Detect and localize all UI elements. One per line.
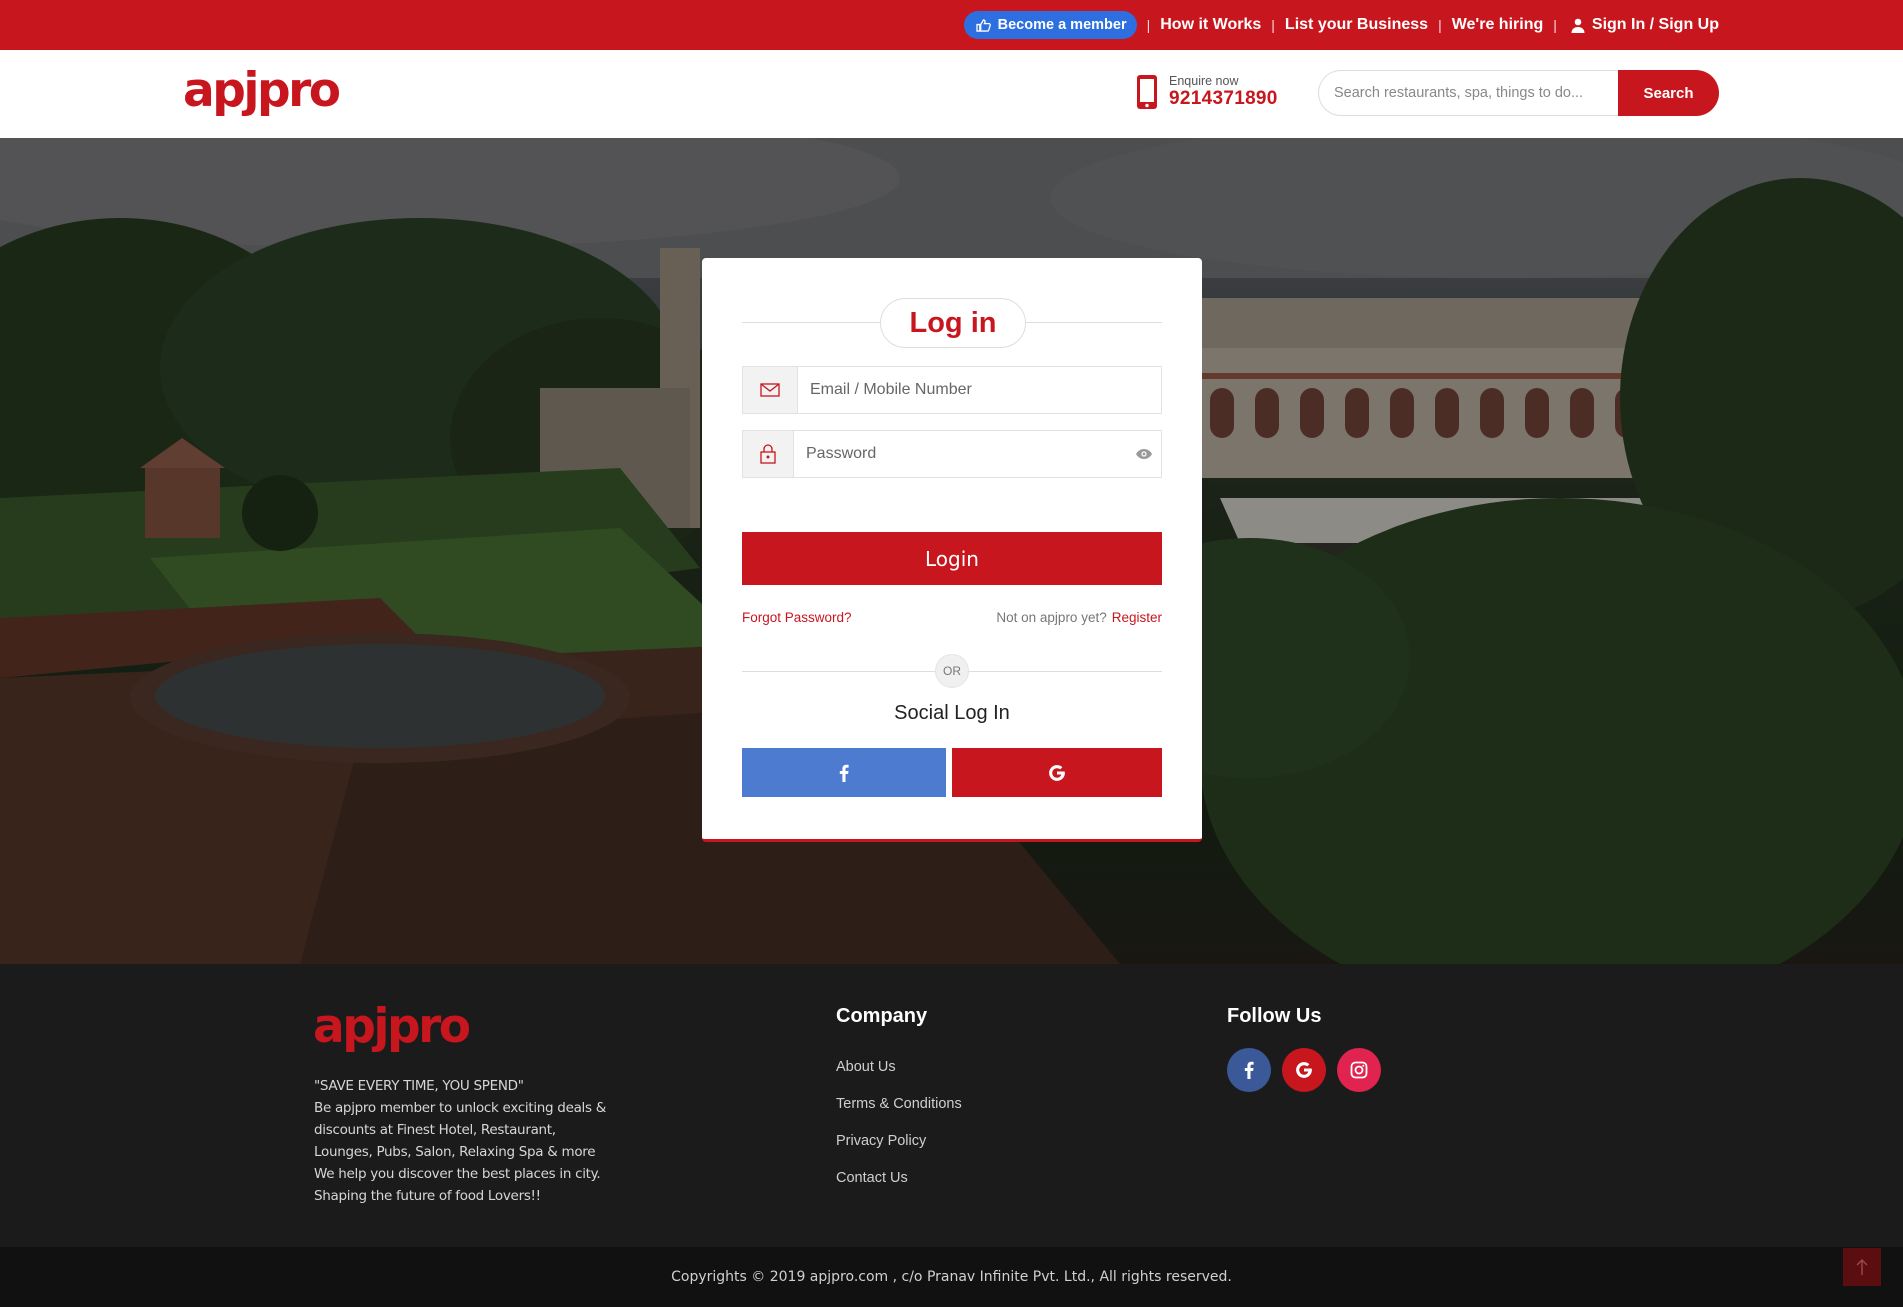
about-us-link[interactable]: About Us [836, 1049, 962, 1086]
company-heading: Company [836, 1005, 928, 1027]
thumbs-up-icon [975, 18, 991, 32]
facebook-icon [839, 764, 849, 782]
copyright-bar: Copyrights © 2019 apjpro.com , c/o Prana… [0, 1247, 1903, 1307]
not-on-text: Not on apjpro yet? [996, 610, 1107, 625]
privacy-policy-link[interactable]: Privacy Policy [836, 1123, 962, 1160]
login-title: Log in [880, 298, 1026, 348]
copyright-text: Copyrights © 2019 apjpro.com , c/o Prana… [671, 1269, 1232, 1285]
tagline-line: Shaping the future of food Lovers!! [314, 1188, 541, 1204]
search-input[interactable] [1318, 70, 1618, 116]
company-links: About Us Terms & Conditions Privacy Poli… [836, 1049, 962, 1197]
instagram-social-button[interactable] [1337, 1048, 1381, 1092]
facebook-icon [1244, 1061, 1254, 1079]
password-field [742, 430, 1162, 478]
sign-in-link[interactable]: Sign In / Sign Up [1571, 16, 1719, 34]
phone-icon [1137, 75, 1157, 109]
footer: apjpro "SAVE EVERY TIME, YOU SPEND" Be a… [0, 964, 1903, 1247]
logo[interactable]: apjpro [183, 66, 341, 116]
header: apjpro Enquire now 9214371890 Search [0, 50, 1903, 138]
search-button[interactable]: Search [1618, 70, 1719, 116]
email-field [742, 366, 1162, 414]
sign-in-label: Sign In / Sign Up [1591, 16, 1719, 33]
separator: | [1271, 17, 1275, 33]
password-input[interactable] [794, 431, 1127, 477]
enquire-label: Enquire now [1169, 74, 1239, 88]
hiring-link[interactable]: We're hiring [1452, 16, 1544, 34]
user-icon [1571, 18, 1585, 33]
google-icon [1296, 1062, 1312, 1078]
arrow-up-icon [1856, 1259, 1868, 1275]
top-bar: Become a member | How it Works | List yo… [0, 0, 1903, 50]
become-member-label: Become a member [997, 17, 1127, 33]
google-social-button[interactable] [1282, 1048, 1326, 1092]
hero-background: Log in Login Forgot Password? Not on apj… [0, 138, 1903, 964]
login-card: Log in Login Forgot Password? Not on apj… [702, 258, 1202, 842]
tagline-line: Be apjpro member to unlock exciting deal… [314, 1100, 606, 1116]
search-bar: Search [1318, 70, 1719, 116]
login-heading: Log in [742, 298, 1162, 348]
footer-tagline: "SAVE EVERY TIME, YOU SPEND" Be apjpro m… [314, 1075, 624, 1207]
lock-icon [743, 431, 794, 477]
instagram-icon [1350, 1061, 1368, 1079]
enquire-phone[interactable]: 9214371890 [1169, 88, 1278, 110]
terms-link[interactable]: Terms & Conditions [836, 1086, 962, 1123]
how-it-works-link[interactable]: How it Works [1160, 16, 1261, 34]
separator: | [1438, 17, 1442, 33]
forgot-password-link[interactable]: Forgot Password? [742, 610, 852, 625]
email-input[interactable] [798, 367, 1161, 413]
or-divider: OR [742, 654, 1162, 688]
envelope-icon [743, 367, 798, 413]
social-login-title: Social Log In [894, 702, 1010, 724]
follow-us-heading: Follow Us [1227, 1005, 1322, 1027]
register-prompt: Not on apjpro yet? Register [996, 610, 1162, 625]
separator: | [1146, 17, 1151, 33]
facebook-login-button[interactable] [742, 748, 946, 797]
login-button[interactable]: Login [742, 532, 1162, 585]
list-business-link[interactable]: List your Business [1285, 16, 1428, 34]
tagline-line: discounts at Finest Hotel, Restaurant, [314, 1122, 556, 1138]
scroll-to-top-button[interactable] [1843, 1248, 1881, 1286]
tagline-line: Lounges, Pubs, Salon, Relaxing Spa & mor… [314, 1144, 596, 1160]
google-login-button[interactable] [952, 748, 1162, 797]
show-password-eye-icon[interactable] [1127, 431, 1161, 477]
separator: | [1553, 17, 1557, 33]
register-link[interactable]: Register [1112, 610, 1162, 625]
footer-logo[interactable]: apjpro [313, 1002, 471, 1052]
facebook-social-button[interactable] [1227, 1048, 1271, 1092]
google-icon [1049, 764, 1065, 781]
enquire-now: Enquire now 9214371890 [1135, 74, 1278, 110]
top-nav: Become a member | How it Works | List yo… [963, 0, 1719, 50]
contact-us-link[interactable]: Contact Us [836, 1160, 962, 1197]
become-member-button[interactable]: Become a member [963, 11, 1137, 39]
social-links [1227, 1048, 1381, 1092]
or-badge: OR [935, 654, 969, 688]
tagline-line: "SAVE EVERY TIME, YOU SPEND" [314, 1078, 524, 1094]
tagline-line: We help you discover the best places in … [314, 1166, 601, 1182]
